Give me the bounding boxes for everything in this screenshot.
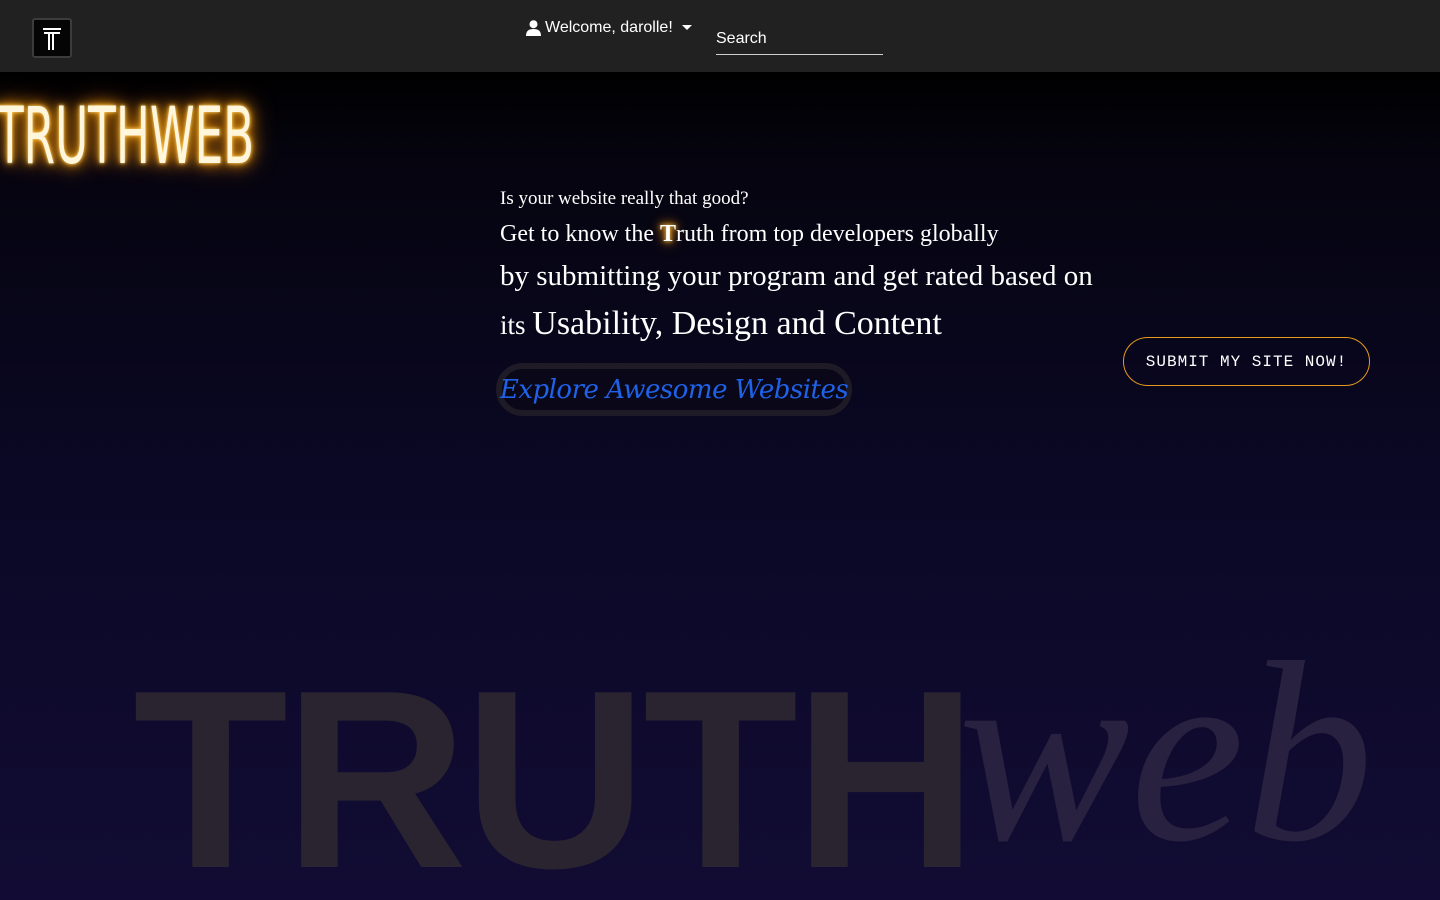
welcome-text: Welcome, darolle! [545, 19, 673, 36]
explore-websites-button[interactable]: Explore Awesome Websites [496, 363, 852, 416]
hero-line-2: Get to know the Truth from top developer… [500, 221, 999, 248]
hero-line-2-end: ruth from top developers globally [676, 221, 999, 247]
top-navbar: Welcome, darolle! [0, 0, 1440, 72]
hero-criteria: Usability, Design and Content [532, 305, 942, 342]
hero-line-4-prefix: its [500, 310, 533, 340]
hero-line-2-start: Get to know the [500, 221, 660, 247]
watermark-truth-text: TRUTH [133, 637, 978, 900]
explore-button-label: Explore Awesome Websites [499, 374, 849, 405]
hero-line-4: its Usability, Design and Content [500, 305, 942, 343]
user-dropdown-toggle[interactable]: Welcome, darolle! [526, 17, 692, 39]
hero-line-3: by submitting your program and get rated… [500, 260, 1093, 292]
neon-brand-logo: TRUTHWEB [0, 92, 255, 182]
search-input[interactable] [716, 24, 883, 55]
watermark-web-text: web [958, 609, 1374, 895]
hero-question: Is your website really that good? [500, 188, 749, 209]
caret-down-icon [681, 24, 692, 30]
glowing-t-letter: T [659, 221, 676, 247]
brand-logo-icon[interactable] [32, 18, 72, 58]
user-icon [526, 20, 541, 36]
t-logo-glyph [43, 28, 61, 50]
submit-site-button[interactable]: SUBMIT MY SITE NOW! [1123, 337, 1370, 386]
